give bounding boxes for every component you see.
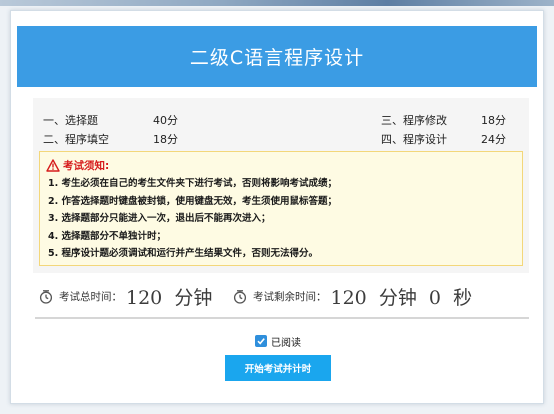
total-time: 考试总时间： 120 分钟: [39, 281, 212, 311]
exam-header: 二级C语言程序设计: [17, 26, 537, 87]
section-row-1: 一、选择题 40分 三、程序修改 18分: [43, 112, 523, 130]
read-label[interactable]: 已阅读: [271, 334, 301, 349]
section-name: 一、选择题: [43, 114, 98, 127]
read-confirmation[interactable]: 已阅读: [11, 333, 545, 349]
total-time-value: 120 分钟: [126, 286, 213, 309]
remaining-time-value: 120 分钟 0 秒: [330, 286, 473, 309]
section-score: 40分: [153, 114, 178, 127]
window-top-strip: [0, 0, 554, 6]
start-exam-button[interactable]: 开始考试并计时: [225, 355, 331, 381]
section-score: 24分: [481, 133, 506, 146]
exam-info-panel: 一、选择题 40分 三、程序修改 18分 二、程序填空 18分 四、程序设计 2…: [33, 98, 529, 273]
section-score: 18分: [481, 114, 506, 127]
notice-heading: 考试须知:: [46, 158, 109, 172]
clock-icon: [233, 289, 247, 304]
total-time-label: 考试总时间：: [59, 290, 122, 303]
notice-item: 3. 选择题部分只能进入一次，退出后不能再次进入；: [48, 213, 271, 224]
exam-start-dialog: 二级C语言程序设计 一、选择题 40分 三、程序修改 18分 二、程序填空 18…: [10, 10, 544, 404]
exam-notice-box: 考试须知: 1. 考生必须在自己的考生文件夹下进行考试，否则将影响考试成绩； 2…: [39, 151, 523, 266]
clock-icon: [39, 289, 53, 304]
warning-icon: [46, 158, 60, 172]
notice-item: 1. 考生必须在自己的考生文件夹下进行考试，否则将影响考试成绩；: [48, 178, 338, 189]
divider: [35, 317, 529, 319]
checkmark-icon: [257, 338, 265, 345]
notice-item: 4. 选择题部分不单独计时；: [48, 230, 167, 242]
section-name: 二、程序填空: [43, 133, 109, 146]
notice-title: 考试须知:: [63, 159, 110, 172]
section-name: 三、程序修改: [381, 114, 447, 127]
page-title: 二级C语言程序设计: [189, 47, 365, 69]
read-checkbox[interactable]: [255, 335, 267, 347]
remaining-time: 考试剩余时间： 120 分钟 0 秒: [233, 281, 472, 311]
section-score: 18分: [153, 133, 178, 146]
notice-item: 2. 作答选择题时键盘被封锁，使用键盘无效，考生须使用鼠标答题；: [48, 195, 338, 207]
notice-item: 5. 程序设计题必须调试和运行并产生结果文件，否则无法得分。: [48, 248, 319, 259]
remaining-time-label: 考试剩余时间：: [253, 290, 327, 303]
timer-row: 考试总时间： 120 分钟 考试剩余时间： 120 分钟 0 秒: [39, 281, 529, 311]
section-name: 四、程序设计: [381, 133, 447, 146]
section-row-2: 二、程序填空 18分 四、程序设计 24分: [43, 131, 523, 149]
notice-list: 1. 考生必须在自己的考生文件夹下进行考试，否则将影响考试成绩； 2. 作答选择…: [48, 175, 518, 263]
